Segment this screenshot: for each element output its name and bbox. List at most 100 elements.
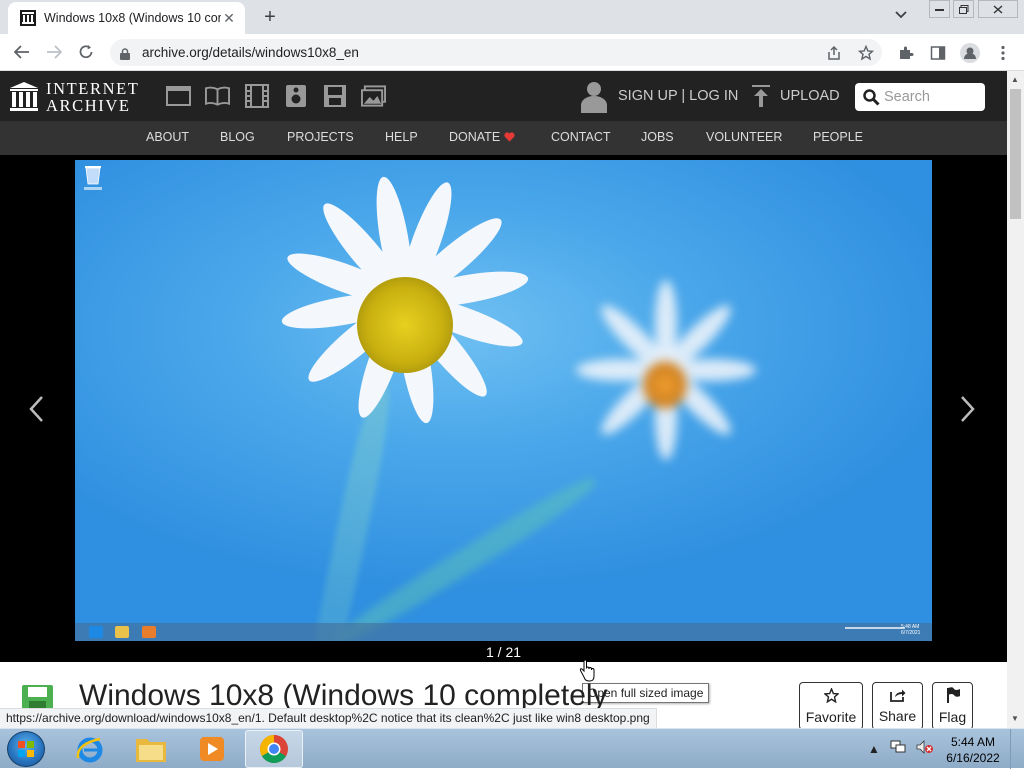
archive-favicon-icon xyxy=(20,10,36,26)
embedded-taskbar: 5:48 AM 6/7/2021 xyxy=(75,623,932,641)
taskbar-file-explorer[interactable] xyxy=(122,730,180,768)
star-icon xyxy=(822,686,840,707)
reload-icon[interactable] xyxy=(75,42,97,62)
browser-toolbar: archive.org/details/windows10x8_en xyxy=(0,34,1024,71)
url-text: archive.org/details/windows10x8_en xyxy=(142,45,359,60)
flag-button[interactable]: Flag xyxy=(932,682,973,728)
tab-search-chevron-icon[interactable] xyxy=(895,8,907,22)
media-icon xyxy=(142,626,156,638)
nav-help[interactable]: HELP xyxy=(385,130,418,144)
ie-icon xyxy=(89,626,103,638)
ia-logo[interactable]: INTERNET ARCHIVE xyxy=(10,80,139,114)
software-icon[interactable] xyxy=(322,84,347,108)
video-icon[interactable] xyxy=(244,84,269,108)
tray-expand-icon[interactable]: ▲ xyxy=(868,742,880,756)
nav-about[interactable]: ABOUT xyxy=(146,130,189,144)
signup-label: SIGN UP | LOG IN xyxy=(618,88,739,104)
share-page-icon[interactable] xyxy=(824,43,844,63)
system-tray: ▲ xyxy=(868,740,934,757)
folder-icon xyxy=(115,626,129,638)
network-icon[interactable] xyxy=(890,740,906,757)
ia-header: INTERNET ARCHIVE SIGN UP | LOG IN UPLOAD… xyxy=(0,71,1007,121)
nav-blog[interactable]: BLOG xyxy=(220,130,255,144)
next-image-icon[interactable] xyxy=(960,395,976,431)
minimize-button[interactable] xyxy=(929,0,950,18)
nav-donate[interactable]: DONATE xyxy=(449,130,500,144)
nav-volunteer[interactable]: VOLUNTEER xyxy=(706,130,782,144)
audio-icon[interactable] xyxy=(283,84,308,108)
browser-tabstrip: Windows 10x8 (Windows 10 com ✕ + xyxy=(0,0,1024,34)
windows-taskbar: ▲ 5:44 AM 6/16/2022 xyxy=(0,728,1024,769)
taskbar-clock[interactable]: 5:44 AM 6/16/2022 xyxy=(942,734,1004,766)
ia-temple-icon xyxy=(10,82,38,112)
taskbar-media-player[interactable] xyxy=(183,730,241,768)
ia-wordmark: INTERNET ARCHIVE xyxy=(46,80,139,114)
new-tab-button[interactable]: + xyxy=(258,6,282,28)
nav-jobs[interactable]: JOBS xyxy=(641,130,674,144)
address-bar[interactable]: archive.org/details/windows10x8_en xyxy=(110,39,882,66)
back-icon[interactable] xyxy=(11,42,33,62)
taskbar-internet-explorer[interactable] xyxy=(61,730,119,768)
share-button[interactable]: Share xyxy=(872,682,923,728)
media-player-icon xyxy=(198,735,226,763)
nav-projects[interactable]: PROJECTS xyxy=(287,130,354,144)
restore-button[interactable] xyxy=(953,0,974,18)
user-icon xyxy=(580,81,608,113)
search-input[interactable]: Search xyxy=(855,83,985,111)
share-icon xyxy=(889,688,906,706)
texts-icon[interactable] xyxy=(205,84,230,108)
favorite-button[interactable]: Favorite xyxy=(799,682,863,728)
side-panel-icon[interactable] xyxy=(928,43,948,63)
volume-muted-icon[interactable] xyxy=(916,740,934,757)
favorite-label: Favorite xyxy=(805,708,857,725)
clock-time: 5:44 AM xyxy=(950,735,996,749)
internet-explorer-icon xyxy=(75,734,105,764)
images-icon[interactable] xyxy=(361,84,386,108)
profile-avatar-icon[interactable] xyxy=(960,43,980,63)
scroll-up-arrow-icon[interactable]: ▲ xyxy=(1011,75,1019,84)
media-type-icons xyxy=(166,84,386,108)
logo-line-1: INTERNET xyxy=(46,79,140,98)
lock-icon xyxy=(120,47,130,60)
upload-icon xyxy=(752,85,770,107)
tray-icons xyxy=(845,627,905,629)
tab-close-icon[interactable]: ✕ xyxy=(221,10,237,26)
donate-heart-icon xyxy=(504,132,515,142)
previous-image-icon[interactable] xyxy=(28,395,44,431)
ia-nav-bar: ABOUT BLOG PROJECTS HELP DONATE CONTACT … xyxy=(0,121,1007,155)
chrome-icon xyxy=(259,734,289,764)
clock-date: 6/16/2022 xyxy=(946,751,1000,765)
flag-label: Flag xyxy=(938,709,967,725)
extensions-puzzle-icon[interactable] xyxy=(896,43,916,63)
taskbar-chrome[interactable] xyxy=(245,730,303,768)
search-placeholder: Search xyxy=(884,89,930,105)
start-button[interactable] xyxy=(7,731,45,767)
link-status-bar: https://archive.org/download/windows10x8… xyxy=(0,708,657,728)
embedded-clock: 5:48 AM 6/7/2021 xyxy=(901,624,921,636)
nav-contact[interactable]: CONTACT xyxy=(551,130,611,144)
image-viewer: 5:48 AM 6/7/2021 1 / 21 Open full sized … xyxy=(0,155,1007,703)
show-desktop-button[interactable] xyxy=(1010,729,1024,769)
image-counter: 1 / 21 xyxy=(485,644,522,660)
browser-tab[interactable]: Windows 10x8 (Windows 10 com ✕ xyxy=(8,2,245,34)
upload-link[interactable]: UPLOAD xyxy=(752,85,840,107)
recycle-bin-icon xyxy=(83,164,103,192)
upload-label: UPLOAD xyxy=(780,88,840,104)
folder-icon xyxy=(135,735,167,763)
signup-login-link[interactable]: SIGN UP | LOG IN xyxy=(580,81,739,113)
browser-menu-icon[interactable] xyxy=(993,43,1013,63)
share-label: Share xyxy=(878,708,917,724)
bookmark-star-icon[interactable] xyxy=(856,43,876,63)
nav-people[interactable]: PEOPLE xyxy=(813,130,863,144)
close-window-button[interactable] xyxy=(978,0,1018,18)
page-scrollbar[interactable]: ▲ ▼ xyxy=(1007,71,1024,728)
screenshot-image[interactable]: 5:48 AM 6/7/2021 xyxy=(75,160,932,641)
logo-line-2: ARCHIVE xyxy=(46,96,131,115)
forward-icon[interactable] xyxy=(43,42,65,62)
tab-title: Windows 10x8 (Windows 10 com xyxy=(44,11,221,25)
scroll-down-arrow-icon[interactable]: ▼ xyxy=(1011,714,1019,723)
search-icon xyxy=(863,88,880,106)
web-icon[interactable] xyxy=(166,84,191,108)
scrollbar-thumb[interactable] xyxy=(1010,89,1021,219)
page-viewport: INTERNET ARCHIVE SIGN UP | LOG IN UPLOAD… xyxy=(0,71,1007,728)
